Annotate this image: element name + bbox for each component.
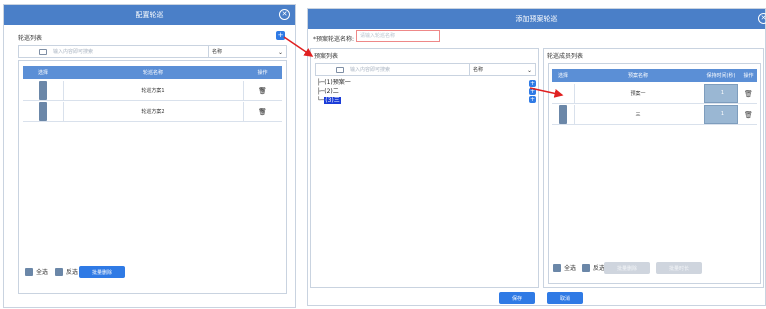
search-field-select[interactable]: 名称 ⌄ xyxy=(208,46,286,57)
config-patrol-dialog: 配置轮巡 ✕ 轮巡列表 + 输入内容即可搜索 名称 ⌄ 选择 轮巡名称 操作 轮巡… xyxy=(3,4,296,308)
row-select-cell xyxy=(552,105,574,124)
tree-node-label-selected: (3)三 xyxy=(324,97,341,104)
row-checkbox[interactable] xyxy=(559,105,567,124)
tree-node-label: (1)预案一 xyxy=(324,79,351,86)
chevron-down-icon: ⌄ xyxy=(526,67,532,74)
hold-time-input[interactable]: 1 xyxy=(704,105,738,124)
save-button[interactable]: 保存 xyxy=(499,292,535,304)
header-select: 选择 xyxy=(37,70,48,76)
header-select: 选择 xyxy=(557,73,568,79)
table-row: 三 1 🗑 xyxy=(552,105,757,125)
patrol-list-label: 轮巡列表 xyxy=(18,35,43,42)
dialog-titlebar: 添加预案轮巡 ✕ xyxy=(308,9,766,29)
batch-delete-button[interactable]: 批量删除 xyxy=(604,262,650,274)
plan-tree: ├─(1)预案一 ├─(2)二 └─(3)三 xyxy=(317,78,351,105)
add-plan-patrol-dialog: 添加预案轮巡 ✕ *预案轮巡名称: 请输入轮巡名称 预案列表 输入内容即可搜索 … xyxy=(307,8,766,306)
close-icon[interactable]: ✕ xyxy=(279,9,290,20)
dialog-titlebar: 配置轮巡 ✕ xyxy=(4,5,295,25)
hold-time-input[interactable]: 1 xyxy=(704,84,738,103)
invert-label: 反选 xyxy=(66,269,79,276)
tree-node-label: (2)二 xyxy=(324,88,339,95)
search-icon xyxy=(336,66,344,73)
trash-icon[interactable]: 🗑 xyxy=(744,84,753,103)
row-checkbox[interactable] xyxy=(39,81,47,100)
select-all-label: 全选 xyxy=(564,265,577,272)
row-actions: 🗑 xyxy=(740,84,757,103)
header-name: 轮巡名称 xyxy=(142,70,163,76)
invert-checkbox[interactable] xyxy=(55,267,64,276)
dialog-title: 添加预案轮巡 xyxy=(515,15,558,23)
add-patrol-button[interactable]: + xyxy=(276,31,285,40)
cancel-button[interactable]: 取消 xyxy=(547,292,583,304)
member-list-panel: 轮巡成员列表 选择 预案名称 保持时间(秒) 操作 预案一 1 🗑 三 1 🗑 xyxy=(543,48,764,288)
search-bar: 输入内容即可搜索 名称 ⌄ xyxy=(315,63,536,76)
table-row: 预案一 1 🗑 xyxy=(552,84,757,104)
search-bar: 输入内容即可搜索 名称 ⌄ xyxy=(18,45,287,58)
row-select-cell xyxy=(23,81,63,100)
plan-patrol-name-label: *预案轮巡名称: xyxy=(313,36,355,43)
plan-list-panel: 预案列表 输入内容即可搜索 名称 ⌄ ├─(1)预案一 ├─(2)二 └─(3)三… xyxy=(310,48,539,288)
table-header: 选择 轮巡名称 操作 xyxy=(23,66,282,79)
row-plan-name: 预案一 xyxy=(630,91,646,97)
row-select-cell xyxy=(552,84,574,103)
invert-checkbox[interactable] xyxy=(582,263,591,272)
add-plan-button[interactable]: + xyxy=(529,96,536,103)
plan-patrol-name-input[interactable]: 请输入轮巡名称 xyxy=(356,30,440,42)
dialog-title: 配置轮巡 xyxy=(135,11,164,19)
row-checkbox[interactable] xyxy=(39,102,47,121)
row-select-cell xyxy=(23,102,63,121)
plan-list-label: 预案列表 xyxy=(314,53,339,60)
search-field-value: 名称 xyxy=(473,67,484,73)
header-action: 操作 xyxy=(743,73,754,79)
search-input[interactable]: 输入内容即可搜索 xyxy=(350,66,469,73)
add-plan-button[interactable]: + xyxy=(529,80,536,87)
row-hold-time: 1 xyxy=(702,84,740,103)
close-icon[interactable]: ✕ xyxy=(758,13,766,24)
row-name: 轮巡方案1 xyxy=(141,88,165,94)
trash-icon[interactable]: 🗑 xyxy=(258,102,267,121)
footer-controls: 全选 反选 xyxy=(25,267,78,276)
tree-node[interactable]: ├─(2)二 xyxy=(317,87,351,96)
search-input[interactable]: 输入内容即可搜索 xyxy=(53,48,208,55)
footer-controls: 全选 反选 xyxy=(553,263,605,272)
header-hold-time: 保持时间(秒) xyxy=(706,73,736,79)
table-header: 选择 预案名称 保持时间(秒) 操作 xyxy=(552,69,757,82)
tree-node[interactable]: ├─(1)预案一 xyxy=(317,78,351,87)
select-all-checkbox[interactable] xyxy=(553,263,561,272)
row-plan-name: 三 xyxy=(635,112,641,118)
header-action: 操作 xyxy=(257,70,268,76)
search-icon xyxy=(39,48,47,55)
select-all-checkbox[interactable] xyxy=(25,267,33,276)
trash-icon[interactable]: 🗑 xyxy=(744,105,753,124)
add-plan-button[interactable]: + xyxy=(529,88,536,95)
member-list-label: 轮巡成员列表 xyxy=(547,53,584,60)
tree-node[interactable]: └─(3)三 xyxy=(317,96,351,105)
patrol-table-panel: 选择 轮巡名称 操作 轮巡方案1 ✎ 🗑 轮巡方案2 ✎ 🗑 全选 反选 批量删… xyxy=(18,60,287,294)
table-row: 轮巡方案2 ✎ 🗑 xyxy=(23,102,282,122)
row-actions: ✎ 🗑 xyxy=(243,102,282,121)
batch-duration-button[interactable]: 批量时长 xyxy=(656,262,702,274)
row-name: 轮巡方案2 xyxy=(141,109,165,115)
select-all-label: 全选 xyxy=(36,269,49,276)
search-field-select[interactable]: 名称 ⌄ xyxy=(469,64,535,75)
row-hold-time: 1 xyxy=(702,105,740,124)
search-field-value: 名称 xyxy=(212,49,223,55)
table-row: 轮巡方案1 ✎ 🗑 xyxy=(23,81,282,101)
batch-delete-button[interactable]: 批量删除 xyxy=(79,266,125,278)
chevron-down-icon: ⌄ xyxy=(277,49,283,56)
header-plan-name: 预案名称 xyxy=(627,73,648,79)
row-actions: 🗑 xyxy=(740,105,757,124)
trash-icon[interactable]: 🗑 xyxy=(258,81,267,100)
member-table-panel: 选择 预案名称 保持时间(秒) 操作 预案一 1 🗑 三 1 🗑 全选 反选 批… xyxy=(548,63,761,284)
row-actions: ✎ 🗑 xyxy=(243,81,282,100)
